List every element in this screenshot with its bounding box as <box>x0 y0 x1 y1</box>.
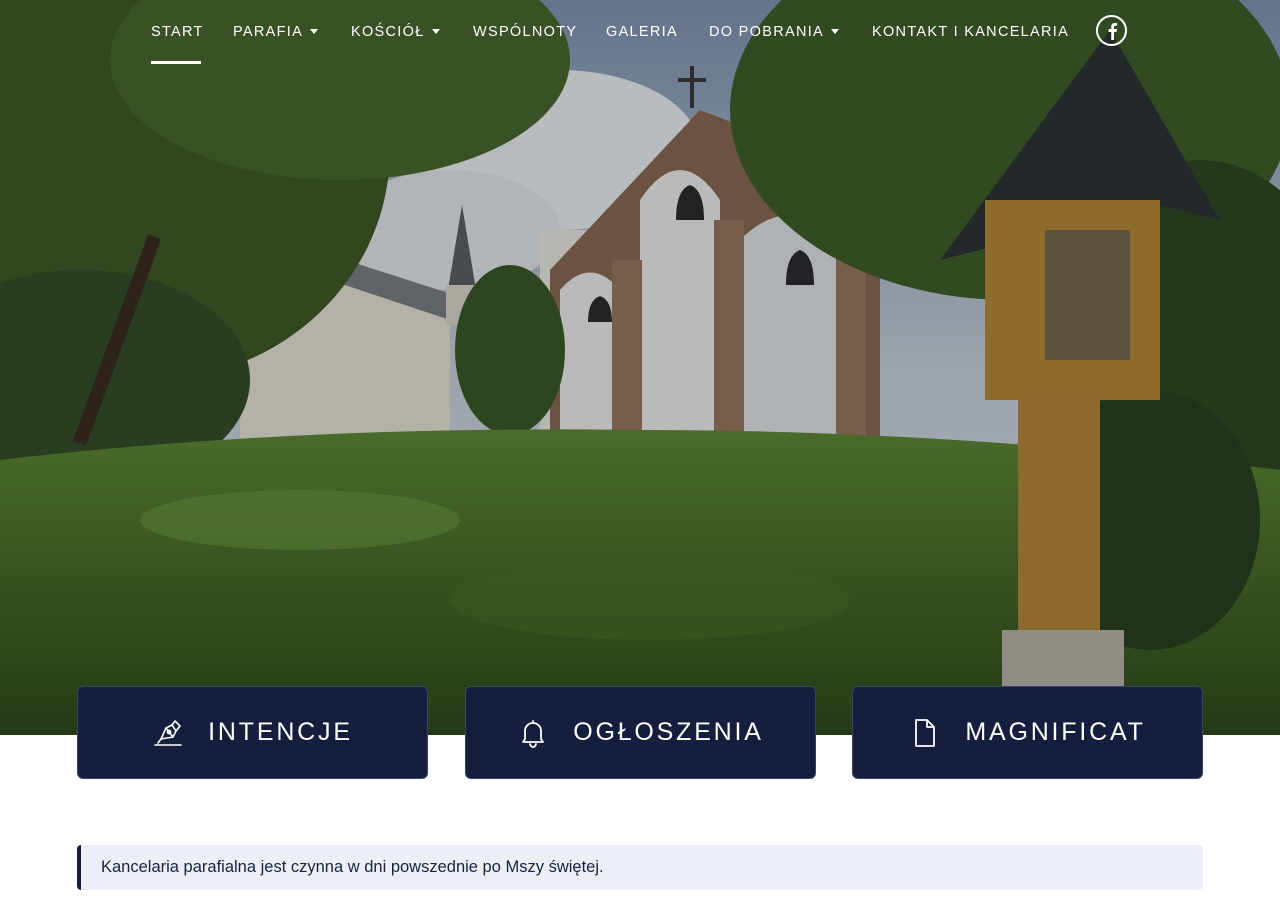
pen-writing-icon <box>152 717 184 749</box>
bell-icon <box>517 717 549 749</box>
ogloszenia-label: OGŁOSZENIA <box>573 718 764 746</box>
nav-item-parafia[interactable]: PARAFIA <box>233 23 319 41</box>
intencje-label: INTENCJE <box>208 718 353 746</box>
office-hours-notice: Kancelaria parafialna jest czynna w dni … <box>77 845 1203 890</box>
magnificat-label: MAGNIFICAT <box>965 718 1146 746</box>
facebook-link[interactable] <box>1096 15 1127 46</box>
notice-text: Kancelaria parafialna jest czynna w dni … <box>101 858 604 876</box>
nav-item-label: WSPÓLNOTY <box>473 24 578 40</box>
hero-overlay <box>0 0 1280 735</box>
chevron-down-icon <box>310 29 319 34</box>
hero-image: START PARAFIA KOŚCIÓŁ WSPÓLNOTY GALERIA … <box>0 0 1280 735</box>
nav-item-label: GALERIA <box>606 24 678 40</box>
active-nav-indicator <box>151 61 201 64</box>
nav-item-kontakt[interactable]: KONTAKT I KANCELARIA <box>872 23 1069 41</box>
nav-item-label: KOŚCIÓŁ <box>351 24 425 40</box>
chevron-down-icon <box>831 29 840 34</box>
nav-item-do-pobrania[interactable]: DO POBRANIA <box>709 23 840 41</box>
magnificat-button[interactable]: MAGNIFICAT <box>852 686 1203 779</box>
nav-item-wspolnoty[interactable]: WSPÓLNOTY <box>473 23 577 41</box>
intencje-button[interactable]: INTENCJE <box>77 686 428 779</box>
nav-item-label: DO POBRANIA <box>709 24 825 40</box>
chevron-down-icon <box>431 29 440 34</box>
nav-item-label: START <box>151 24 204 40</box>
nav-item-label: PARAFIA <box>233 24 304 40</box>
nav-item-galeria[interactable]: GALERIA <box>606 23 678 41</box>
main-nav: START PARAFIA KOŚCIÓŁ WSPÓLNOTY GALERIA … <box>0 0 1280 66</box>
nav-item-start[interactable]: START <box>151 23 204 41</box>
facebook-icon <box>1108 22 1117 40</box>
document-icon <box>909 717 941 749</box>
ogloszenia-button[interactable]: OGŁOSZENIA <box>465 686 816 779</box>
nav-item-kosciol[interactable]: KOŚCIÓŁ <box>351 23 440 41</box>
nav-item-label: KONTAKT I KANCELARIA <box>872 24 1070 40</box>
